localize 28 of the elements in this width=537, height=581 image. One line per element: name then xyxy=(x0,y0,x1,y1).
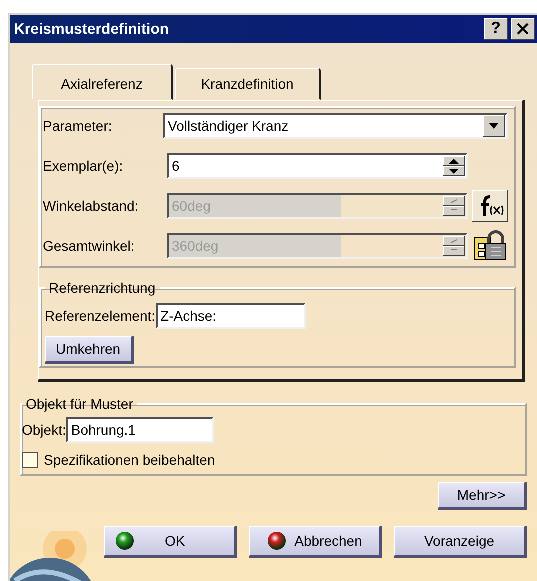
window-title: Kreismusterdefinition xyxy=(14,20,170,38)
field-label: Exemplar(e): xyxy=(43,158,124,174)
object-field[interactable]: Bohrung.1 xyxy=(66,417,214,443)
help-button[interactable]: ? xyxy=(484,18,508,40)
spinner-field[interactable]: 6 xyxy=(167,153,468,179)
tab[interactable]: Axialreferenz xyxy=(32,64,173,100)
field-label: Winkelabstand: xyxy=(43,198,140,214)
field-label: Objekt: xyxy=(22,422,66,438)
field-label: Parameter: xyxy=(43,118,114,134)
reverse-button[interactable]: Umkehren xyxy=(45,336,134,364)
close-button[interactable] xyxy=(511,18,535,40)
parameter-dropdown[interactable]: Vollständiger Kranz xyxy=(163,113,508,139)
tab[interactable]: Kranzdefinition xyxy=(175,68,321,100)
checkbox[interactable] xyxy=(22,452,38,468)
more-button[interactable]: Mehr>> xyxy=(438,482,527,510)
group-title: Objekt für Muster xyxy=(25,396,134,412)
dialog-button[interactable]: Abbrechen xyxy=(249,526,382,558)
field-label: Referenzelement: xyxy=(45,308,156,324)
status-light-icon xyxy=(115,531,135,551)
spinner-icon[interactable] xyxy=(443,156,465,176)
close-icon xyxy=(516,23,530,35)
checkbox-label: Spezifikationen beibehalten xyxy=(44,452,216,468)
reference-field[interactable]: Z-Achse: xyxy=(156,303,306,329)
status-light-icon xyxy=(266,531,287,551)
dialog-button[interactable]: OK xyxy=(104,526,237,558)
field-label: Gesamtwinkel: xyxy=(43,238,136,254)
group-title: Referenzrichtung xyxy=(48,280,157,296)
dialog-button[interactable]: Voranzeige xyxy=(394,526,527,558)
